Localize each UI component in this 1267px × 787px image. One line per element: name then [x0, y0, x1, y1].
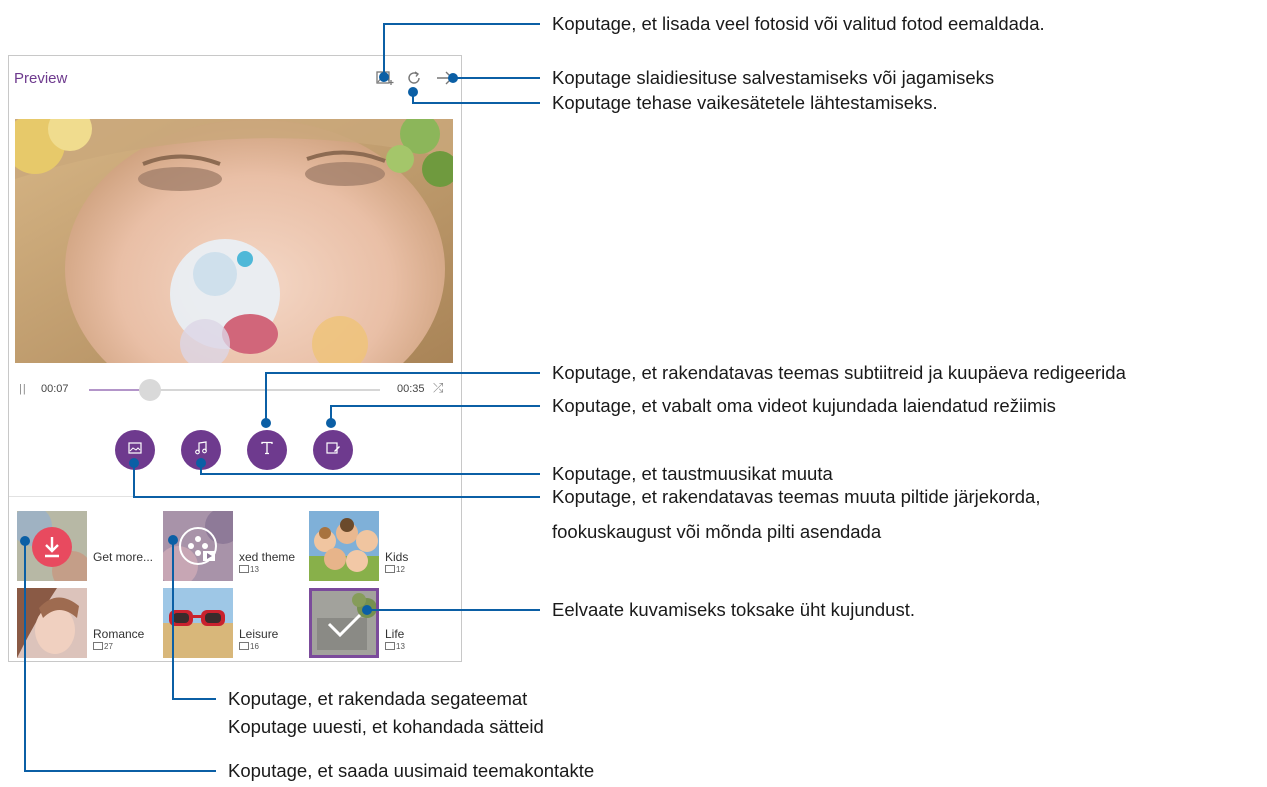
callout-reset: Koputage tehase vaikesätetele lähtestami… [552, 92, 938, 113]
callout-save-share: Koputage slaidiesituse salvestamiseks võ… [552, 67, 995, 88]
callout-add-photos: Koputage, et lisada veel fotosid või val… [552, 13, 1045, 34]
callout-music: Koputage, et taustmuusikat muuta [552, 463, 833, 484]
callout-photos-1: Koputage, et rakendatavas teemas muuta p… [552, 486, 1041, 507]
callout-lines [20, 23, 540, 772]
callout-mixed-1: Koputage, et rakendada segateemat [228, 688, 528, 709]
callout-get-more: Koputage, et saada uusimaid teemakontakt… [228, 760, 595, 781]
callout-preview-theme: Eelvaate kuvamiseks toksake üht kujundus… [552, 599, 915, 620]
callout-subtitle: Koputage, et rakendatavas teemas subtiit… [552, 362, 1126, 383]
callout-photos-2: fookuskaugust või mõnda pilti asendada [552, 521, 882, 542]
callout-advanced: Koputage, et vabalt oma videot kujundada… [552, 395, 1056, 416]
callout-mixed-2: Koputage uuesti, et kohandada sätteid [228, 716, 544, 737]
